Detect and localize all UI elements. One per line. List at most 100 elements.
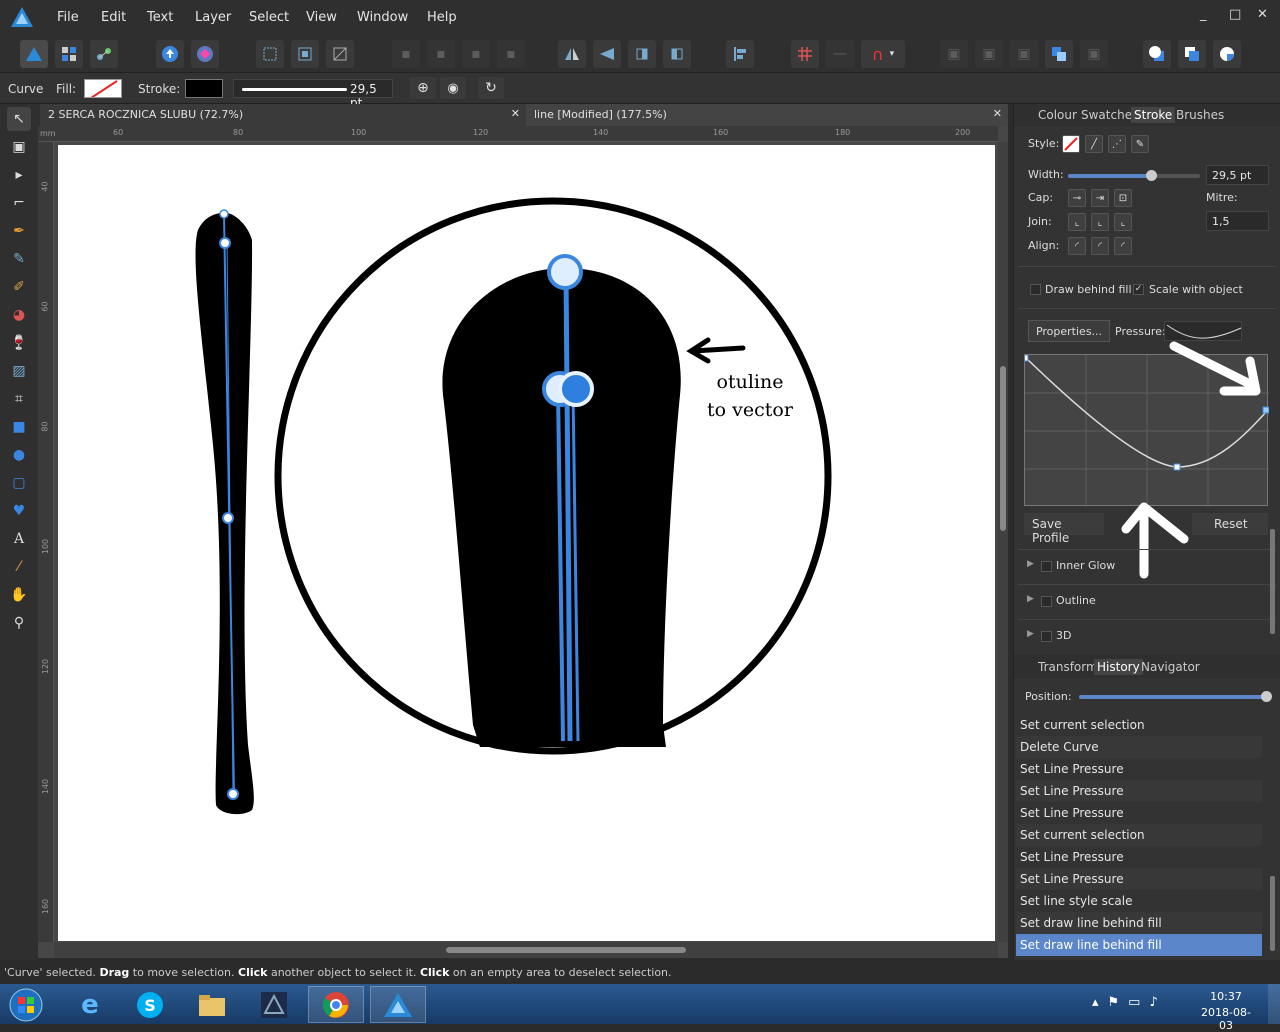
pencil-tool-icon[interactable]: ✎ [7,247,31,271]
node-tool-icon[interactable]: ▸ [7,163,31,187]
grid-icon[interactable] [791,40,819,68]
file-explorer-icon[interactable] [184,986,240,1023]
properties-button[interactable]: Properties... [1028,320,1110,342]
inner-glow-checkbox[interactable] [1041,561,1052,572]
hand-tool-icon[interactable]: ✋ [7,583,31,607]
affinity-designer-taskbar-icon[interactable] [370,986,426,1023]
align-outside-icon[interactable]: ◜ [1114,237,1132,255]
stroke-width-field[interactable]: 29,5 pt [233,79,393,110]
internet-explorer-icon[interactable]: e [62,986,118,1023]
flip-horizontal-icon[interactable] [558,40,586,68]
transparency-tool-icon[interactable]: 🍷 [7,331,31,355]
arrange-forward-icon[interactable]: ▪ [427,40,455,68]
close-icon[interactable]: ✕ [511,107,520,120]
pen-tool-icon[interactable]: ✒ [7,219,31,243]
align-inside-icon[interactable]: ◜ [1068,237,1086,255]
convert-icon[interactable]: ↻ [478,77,504,99]
corner-tool-icon[interactable]: ⌐ [7,191,31,215]
history-scrollbar[interactable] [1268,716,1278,956]
arrange-backward-icon[interactable]: ▪ [462,40,490,68]
history-item[interactable]: Set Line Pressure [1016,868,1262,890]
menu-help[interactable]: Help [427,10,457,25]
text-tool-icon[interactable]: A [7,527,31,551]
tab-history[interactable]: History [1094,659,1143,675]
insert-inside-icon[interactable] [1143,40,1171,68]
snap-magnet-icon[interactable]: ∩ ▾ [861,40,905,68]
history-item[interactable]: Set Line Pressure [1016,802,1262,824]
guides-icon[interactable]: — [826,40,854,68]
menu-layer[interactable]: Layer [195,10,231,25]
join-miter-icon[interactable]: ⌞ [1068,213,1086,231]
document-page[interactable]: otuline to vector [58,145,995,941]
expand-arrow-icon[interactable]: ▶ [1027,559,1034,569]
close-icon[interactable]: ✕ [993,107,1002,120]
boolean-subtract-icon[interactable]: ▣ [975,40,1003,68]
history-item[interactable]: Delete Curve [1016,736,1262,758]
affinity-designer-logo[interactable] [10,6,34,31]
tab-transform[interactable]: Transform [1035,659,1101,675]
tab-brushes[interactable]: Brushes [1173,107,1227,123]
expand-arrow-icon[interactable]: ▶ [1027,594,1034,604]
menu-text[interactable]: Text [147,10,173,25]
vertical-scrollbar[interactable] [998,142,1008,942]
zoom-tool-icon[interactable]: ⚲ [7,611,31,635]
menu-window[interactable]: Window [357,10,408,25]
history-item[interactable]: Set Line Pressure [1016,758,1262,780]
flip-vertical-icon[interactable] [593,40,621,68]
eyedropper-tool-icon[interactable]: ⁄ [7,555,31,579]
history-item[interactable]: Set current selection [1016,824,1262,846]
draw-behind-fill-checkbox[interactable] [1030,284,1041,295]
brush-tool-icon[interactable]: ✐ [7,275,31,299]
menu-edit[interactable]: Edit [101,10,126,25]
designer-persona-icon[interactable] [20,40,48,68]
expand-arrow-icon[interactable]: ▶ [1027,629,1034,639]
eye-icon[interactable]: ◉ [440,77,466,99]
start-button-icon[interactable] [0,986,52,1023]
clock[interactable]: 10:37 2018-08-03 [1196,990,1256,1032]
style-solid-icon[interactable]: ╱ [1085,135,1103,153]
mitre-field[interactable]: 1,5 [1206,211,1269,231]
insert-behind-icon[interactable] [1178,40,1206,68]
3d-checkbox[interactable] [1041,631,1052,642]
reset-button[interactable]: Reset [1192,513,1268,535]
place-image-icon[interactable]: ▨ [7,359,31,383]
skype-icon[interactable]: S [122,986,178,1023]
share-icon[interactable] [156,40,184,68]
align-center-icon[interactable]: ◜ [1091,237,1109,255]
chrome-icon[interactable] [308,986,364,1023]
stroke-swatch[interactable] [185,79,223,98]
rotate-right-icon[interactable] [663,40,691,68]
width-slider[interactable] [1068,170,1200,181]
pixel-persona-icon[interactable] [55,40,83,68]
boolean-add-icon[interactable]: ▣ [940,40,968,68]
canvas-area[interactable]: mm 60 80 100 120 140 160 180 200 40 60 8… [38,126,1008,958]
snapping-icon[interactable] [191,40,219,68]
history-item[interactable]: Set draw line behind fill [1016,912,1262,934]
outline-checkbox[interactable] [1041,596,1052,607]
doc-tab-1[interactable]: 2 SERCA ROCZNICA SLUBU (72.7%) ✕ [40,104,526,126]
crosshair-icon[interactable]: ⊕ [410,77,436,99]
fill-swatch[interactable] [84,79,122,98]
show-desktop-button[interactable] [1268,984,1280,1024]
transform-icon-3[interactable] [326,40,354,68]
rotate-left-icon[interactable] [628,40,656,68]
artboard-tool-icon[interactable]: ▣ [7,135,31,159]
fill-tool-icon[interactable]: ◕ [7,303,31,327]
doc-tab-2[interactable]: line [Modified] (177.5%) ✕ [526,104,1008,126]
history-item[interactable]: Set Line Pressure [1016,846,1262,868]
insert-top-icon[interactable] [1213,40,1241,68]
style-brush-icon[interactable]: ✎ [1131,135,1149,153]
minimize-button[interactable]: _ [1200,7,1207,22]
join-bevel-icon[interactable]: ⌞ [1114,213,1132,231]
width-field[interactable]: 29,5 pt [1206,165,1269,185]
tab-stroke[interactable]: Stroke [1131,107,1176,123]
boolean-xor-icon[interactable] [1045,40,1073,68]
menu-file[interactable]: File [57,10,79,25]
arrange-front-icon[interactable]: ▪ [392,40,420,68]
style-none-icon[interactable] [1062,135,1080,153]
cap-butt-icon[interactable]: ⊸ [1068,189,1086,207]
panel-scrollbar-top[interactable] [1268,359,1278,649]
tray-icons[interactable]: ▴⚑▭♪ [1092,995,1167,1010]
ellipse-tool-icon[interactable]: ● [7,443,31,467]
rectangle-tool-icon[interactable]: ■ [7,415,31,439]
